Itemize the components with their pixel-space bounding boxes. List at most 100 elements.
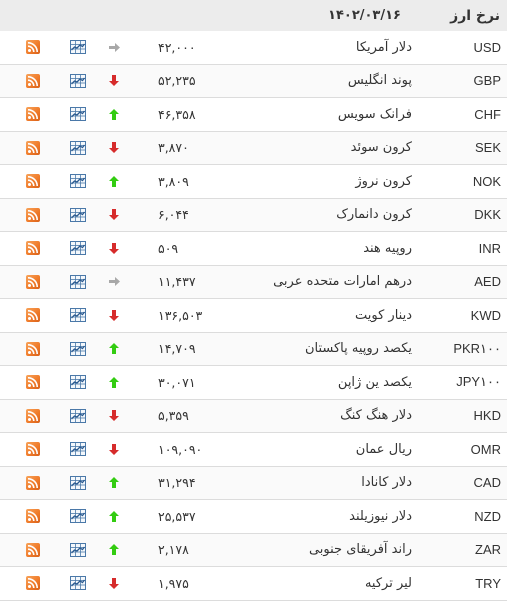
- table-row-try: TRY لیر ترکیه ۱,۹۷۵: [0, 567, 507, 601]
- table-row-nok: NOK کرون نروژ ۳,۸۰۹: [0, 165, 507, 199]
- currency-price: ۶,۰۴۴: [158, 207, 189, 223]
- arrow-up-icon: [108, 98, 120, 131]
- currency-price: ۳,۸۷۰: [158, 140, 189, 156]
- chart-icon[interactable]: [69, 534, 87, 567]
- arrow-right-icon: [108, 31, 120, 64]
- arrow-up-icon: [108, 333, 120, 366]
- chart-icon[interactable]: [69, 500, 87, 533]
- rss-feed-button[interactable]: [26, 500, 40, 533]
- rss-feed-button[interactable]: [26, 31, 40, 64]
- arrow-down-icon: [108, 400, 120, 433]
- currency-price: ۲۵,۵۳۷: [158, 508, 196, 524]
- arrow-down-icon: [108, 232, 120, 265]
- arrow-down-icon: [108, 567, 120, 600]
- table-row-usd: USD دلار آمریکا ۴۲,۰۰۰: [0, 31, 507, 65]
- chart-icon[interactable]: [69, 299, 87, 332]
- currency-price: ۴۲,۰۰۰: [158, 39, 196, 55]
- chart-icon[interactable]: [69, 165, 87, 198]
- currency-price: ۱۳۶,۵۰۳: [158, 307, 203, 323]
- chart-icon[interactable]: [69, 400, 87, 433]
- table-row-zar: ZAR راند آفریقای جنوبی ۲,۱۷۸: [0, 533, 507, 567]
- rss-icon: [26, 442, 40, 457]
- currency-name: یکصد روپیه پاکستان: [304, 341, 412, 357]
- arrow-down-icon: [108, 433, 120, 466]
- currency-name: کرون سوئد: [350, 140, 412, 156]
- currency-code: KWD: [470, 307, 501, 323]
- rss-feed-button[interactable]: [26, 467, 40, 500]
- rss-icon: [26, 308, 40, 323]
- currency-price: ۱۱,۴۳۷: [158, 274, 196, 290]
- arrow-down-icon: [108, 199, 120, 232]
- table-row-pkr: PKR۱۰۰ یکصد روپیه پاکستان ۱۴,۷۰۹: [0, 332, 507, 366]
- table-row-nzd: NZD دلار نیوزیلند ۲۵,۵۳۷: [0, 500, 507, 534]
- chart-icon[interactable]: [69, 65, 87, 98]
- currency-name: دلار نیوزیلند: [349, 508, 412, 524]
- rss-icon: [26, 341, 40, 356]
- rss-icon: [26, 475, 40, 490]
- rss-feed-button[interactable]: [26, 165, 40, 198]
- chart-icon[interactable]: [69, 98, 87, 131]
- chart-icon[interactable]: [69, 467, 87, 500]
- chart-icon[interactable]: [69, 333, 87, 366]
- rss-icon: [26, 40, 40, 55]
- currency-name: فرانک سویس: [337, 106, 412, 122]
- currency-price: ۳,۸۰۹: [158, 173, 189, 189]
- rss-icon: [26, 107, 40, 122]
- currency-code: CAD: [473, 475, 501, 491]
- rss-feed-button[interactable]: [26, 333, 40, 366]
- currency-name: دلار آمریکا: [355, 39, 412, 55]
- table-row-omr: OMR ریال عمان ۱۰۹,۰۹۰: [0, 433, 507, 467]
- chart-icon[interactable]: [69, 232, 87, 265]
- rss-icon: [26, 207, 40, 222]
- rss-feed-button[interactable]: [26, 65, 40, 98]
- rss-feed-button[interactable]: [26, 98, 40, 131]
- rss-icon: [26, 542, 40, 557]
- currency-name: دینار کویت: [355, 307, 412, 323]
- currency-rates-table: نرخ ارز ۱۴۰۲/۰۳/۱۶ USD دلار آمریکا ۴۲,۰۰…: [0, 0, 507, 601]
- currency-code: INR: [478, 240, 501, 256]
- chart-icon[interactable]: [69, 266, 87, 299]
- currency-name: روپیه هند: [363, 240, 412, 256]
- rss-feed-button[interactable]: [26, 567, 40, 600]
- currency-name: لیر ترکیه: [364, 575, 412, 591]
- currency-code: ZAR: [475, 542, 501, 558]
- currency-code: NZD: [474, 508, 501, 524]
- table-row-hkd: HKD دلار هنگ کنگ ۵,۳۵۹: [0, 399, 507, 433]
- currency-name: دلار هنگ کنگ: [340, 408, 412, 424]
- rss-feed-button[interactable]: [26, 366, 40, 399]
- currency-price: ۵۲,۲۳۵: [158, 73, 196, 89]
- currency-code: PKR۱۰۰: [453, 340, 501, 356]
- chart-icon[interactable]: [69, 31, 87, 64]
- rss-feed-button[interactable]: [26, 232, 40, 265]
- chart-icon[interactable]: [69, 567, 87, 600]
- rss-feed-button[interactable]: [26, 400, 40, 433]
- rss-feed-button[interactable]: [26, 199, 40, 232]
- rss-feed-button[interactable]: [26, 266, 40, 299]
- arrow-down-icon: [108, 299, 120, 332]
- currency-name: کرون دانمارک: [336, 207, 412, 223]
- arrow-up-icon: [108, 366, 120, 399]
- currency-name: کرون نروژ: [355, 173, 412, 189]
- rss-feed-button[interactable]: [26, 433, 40, 466]
- chart-icon[interactable]: [69, 433, 87, 466]
- chart-icon[interactable]: [69, 366, 87, 399]
- rss-feed-button[interactable]: [26, 299, 40, 332]
- arrow-right-icon: [108, 266, 120, 299]
- chart-icon[interactable]: [69, 199, 87, 232]
- rss-feed-button[interactable]: [26, 534, 40, 567]
- currency-code: HKD: [473, 408, 501, 424]
- table-row-gbp: GBP پوند انگلیس ۵۲,۲۳۵: [0, 64, 507, 98]
- table-row-sek: SEK کرون سوئد ۳,۸۷۰: [0, 131, 507, 165]
- table-row-aed: AED درهم امارات متحده عربی ۱۱,۴۳۷: [0, 265, 507, 299]
- rss-icon: [26, 241, 40, 256]
- rss-icon: [26, 140, 40, 155]
- rss-icon: [26, 73, 40, 88]
- currency-code: OMR: [470, 441, 501, 457]
- currency-name: دلار کانادا: [361, 475, 412, 491]
- chart-icon[interactable]: [69, 132, 87, 165]
- currency-code: GBP: [473, 73, 501, 89]
- rss-feed-button[interactable]: [26, 132, 40, 165]
- table-row-cad: CAD دلار کانادا ۳۱,۲۹۴: [0, 466, 507, 500]
- currency-price: ۲,۱۷۸: [158, 542, 189, 558]
- currency-name: پوند انگلیس: [347, 73, 412, 89]
